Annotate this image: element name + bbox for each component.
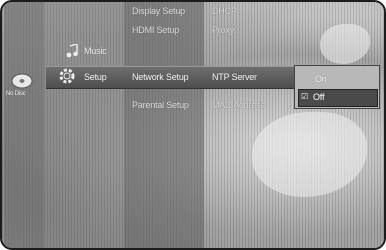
menu-item-display-setup[interactable]: Display Setup <box>132 6 185 16</box>
menu-item-network-setup[interactable]: Network Setup <box>132 72 189 82</box>
ntp-server-options-popup: On ☑ Off <box>294 65 380 109</box>
no-disc-label: No Disc <box>6 91 26 97</box>
menu-item-parental-setup[interactable]: Parental Setup <box>132 100 189 110</box>
menu-item-proxy[interactable]: Proxy <box>212 25 234 35</box>
music-icon <box>66 44 78 58</box>
category-setup[interactable]: Setup <box>84 72 107 82</box>
background-map-land <box>320 24 370 64</box>
option-off[interactable]: ☑ Off <box>298 89 378 107</box>
disc-icon <box>11 73 33 89</box>
device-column <box>4 2 44 248</box>
option-on-label: On <box>315 74 327 84</box>
category-music[interactable]: Music <box>84 46 107 56</box>
tv-screen: No Disc Music Setup Display Setup HDMI S… <box>0 0 386 250</box>
gear-icon <box>59 68 75 84</box>
category-column <box>44 2 124 248</box>
option-off-label: Off <box>313 92 325 102</box>
background-map-land <box>252 112 367 197</box>
check-icon: ☑ <box>301 92 308 101</box>
menu-item-hdmi-setup[interactable]: HDMI Setup <box>132 25 179 35</box>
menu-item-mac-address[interactable]: MAC Address <box>212 100 265 110</box>
menu-item-ntp-server[interactable]: NTP Server <box>212 72 257 82</box>
setup-submenu-column <box>124 2 204 248</box>
option-on[interactable]: On <box>295 66 379 88</box>
menu-item-dhcp[interactable]: DHCP <box>212 6 237 16</box>
